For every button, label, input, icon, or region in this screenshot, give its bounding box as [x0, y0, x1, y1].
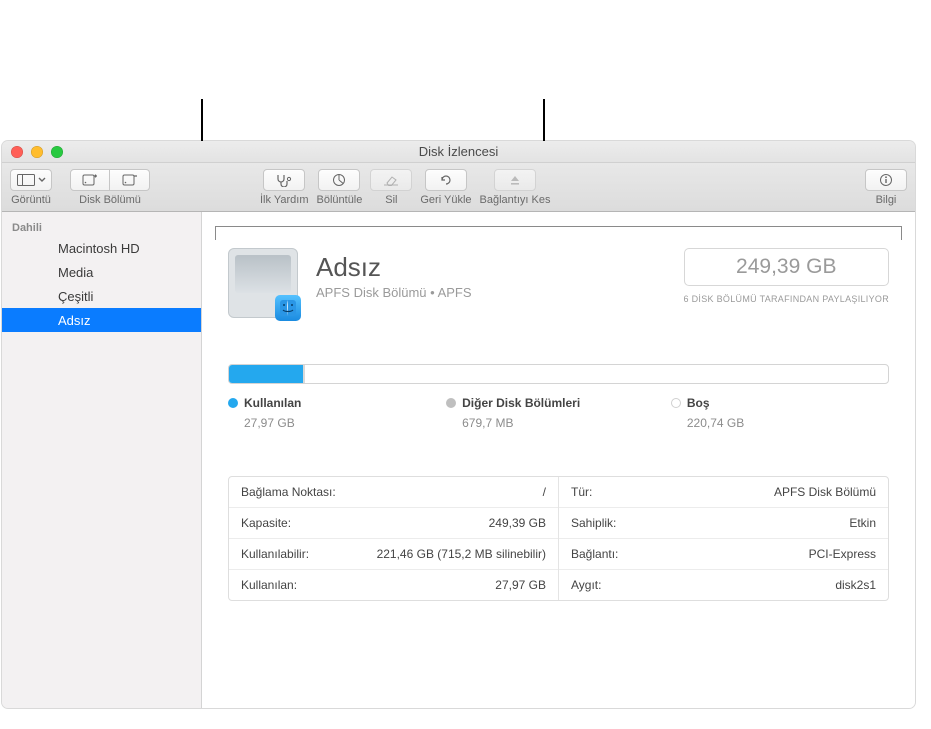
info-row: Sahiplik:Etkin: [559, 508, 888, 539]
erase-label: Sil: [385, 194, 397, 206]
restore-button[interactable]: [425, 169, 467, 191]
sidebar-item-macintosh-hd[interactable]: Macintosh HD: [2, 236, 201, 260]
unmount-label: Bağlantıyı Kes: [480, 194, 551, 206]
sidebar-item-label: Adsız: [58, 313, 91, 328]
add-partition-button[interactable]: [70, 169, 110, 191]
disk-icon: [32, 311, 50, 329]
partition-btn-label: Bölüntüle: [317, 194, 363, 206]
info-row: Aygıt:disk2s1: [559, 570, 888, 600]
sidebar-header: Dahili: [2, 218, 201, 236]
info-table: Bağlama Noktası:/ Kapasite:249,39 GB Kul…: [228, 476, 889, 601]
stethoscope-icon: [273, 173, 295, 187]
restore-label: Geri Yükle: [420, 194, 471, 206]
sidebar-layout-icon: [15, 173, 37, 187]
info-col-left: Bağlama Noktası:/ Kapasite:249,39 GB Kul…: [229, 477, 559, 600]
volume-subtitle: APFS Disk Bölümü • APFS: [316, 285, 666, 300]
view-label: Görüntü: [11, 194, 51, 206]
info-icon: [875, 173, 897, 187]
info-label: Bilgi: [876, 194, 897, 206]
disk-icon: [32, 287, 50, 305]
sidebar-item-media[interactable]: Media: [2, 260, 201, 284]
chevron-down-icon: [37, 173, 47, 187]
legend-dot-other: [446, 398, 456, 408]
erase-button[interactable]: [370, 169, 412, 191]
legend-label: Kullanılan: [244, 396, 301, 410]
usage-bar-used: [229, 365, 303, 383]
volume-icon: [228, 248, 298, 318]
restore-icon: [435, 173, 457, 187]
legend-dot-used: [228, 398, 238, 408]
legend-label: Boş: [687, 396, 710, 410]
info-row: Kullanılabilir:221,46 GB (715,2 MB silin…: [229, 539, 558, 570]
pie-icon: [328, 173, 350, 187]
info-row: Tür:APFS Disk Bölümü: [559, 477, 888, 508]
disk-utility-window: Disk İzlencesi Görüntü: [2, 141, 915, 708]
disk-minus-icon: [119, 173, 141, 187]
legend-dot-free: [671, 398, 681, 408]
partition-button[interactable]: [318, 169, 360, 191]
info-button[interactable]: [865, 169, 907, 191]
titlebar: Disk İzlencesi: [2, 141, 915, 163]
unmount-button[interactable]: [494, 169, 536, 191]
legend-free: Boş 220,74 GB: [671, 396, 889, 430]
legend-used: Kullanılan 27,97 GB: [228, 396, 446, 430]
disk-plus-icon: [79, 173, 101, 187]
sidebar-item-label: Macintosh HD: [58, 241, 140, 256]
sidebar-item-cesitli[interactable]: Çeşitli: [2, 284, 201, 308]
eraser-icon: [380, 173, 402, 187]
info-row: Kullanılan:27,97 GB: [229, 570, 558, 600]
info-col-right: Tür:APFS Disk Bölümü Sahiplik:Etkin Bağl…: [559, 477, 888, 600]
capacity-value: 249,39 GB: [715, 255, 858, 279]
first-aid-button[interactable]: [263, 169, 305, 191]
sidebar: Dahili Macintosh HD Media Çeşitli Adsız: [2, 212, 202, 708]
legend-value: 220,74 GB: [687, 416, 889, 430]
info-row: Bağlama Noktası:/: [229, 477, 558, 508]
legend-value: 679,7 MB: [462, 416, 671, 430]
legend-value: 27,97 GB: [244, 416, 446, 430]
usage-bar-other: [303, 365, 305, 383]
usage-bar: [228, 364, 889, 384]
eject-icon: [504, 173, 526, 187]
sidebar-item-label: Çeşitli: [58, 289, 93, 304]
finder-badge-icon: [275, 295, 301, 321]
toolbar: Görüntü Disk Bölümü: [2, 163, 915, 212]
window-title: Disk İzlencesi: [2, 144, 915, 159]
shared-by-label: 6 DİSK BÖLÜMÜ TARAFINDAN PAYLAŞILIYOR: [684, 294, 889, 304]
partition-label: Disk Bölümü: [79, 194, 141, 206]
legend-other: Diğer Disk Bölümleri 679,7 MB: [446, 396, 671, 430]
info-row: Kapasite:249,39 GB: [229, 508, 558, 539]
volume-name: Adsız: [316, 252, 666, 283]
legend-label: Diğer Disk Bölümleri: [462, 396, 580, 410]
first-aid-label: İlk Yardım: [260, 194, 309, 206]
disk-icon: [32, 239, 50, 257]
selection-bracket: [215, 226, 902, 236]
view-button[interactable]: [10, 169, 52, 191]
sidebar-item-label: Media: [58, 265, 93, 280]
disk-icon: [32, 263, 50, 281]
sidebar-item-adsiz[interactable]: Adsız: [2, 308, 201, 332]
info-row: Bağlantı:PCI-Express: [559, 539, 888, 570]
main-panel: Adsız APFS Disk Bölümü • APFS 249,39 GB …: [202, 212, 915, 708]
capacity-box: 249,39 GB: [684, 248, 889, 286]
remove-partition-button[interactable]: [110, 169, 150, 191]
